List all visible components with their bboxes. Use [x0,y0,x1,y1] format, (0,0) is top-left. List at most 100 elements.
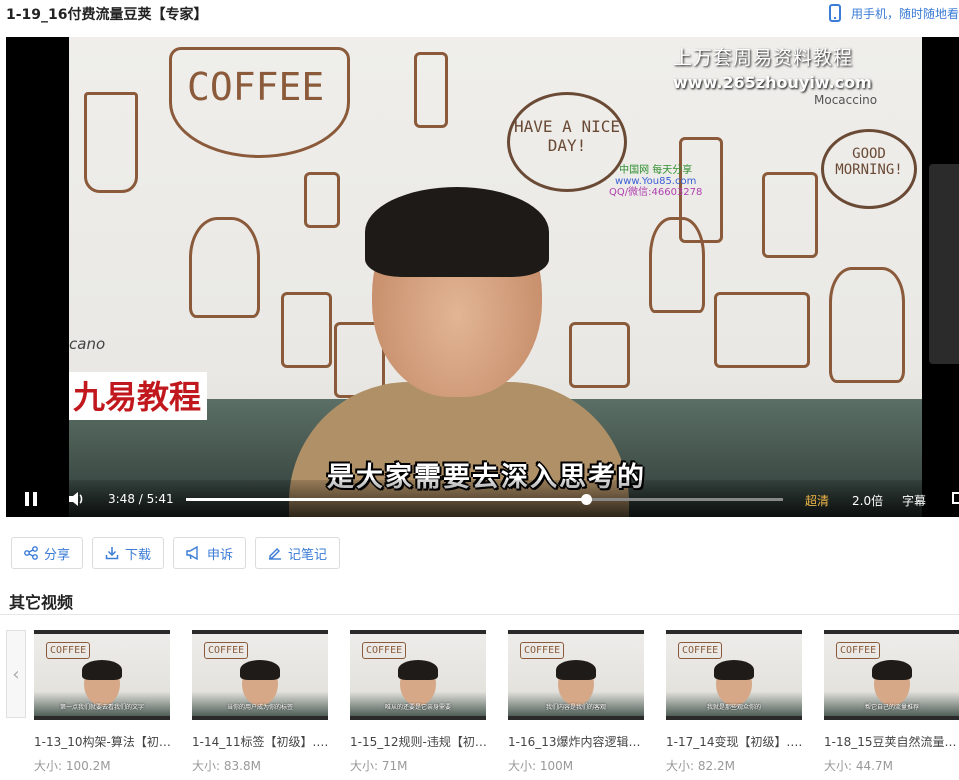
thumbnail-image: COFFEE 当你的用户成为你的标签 [192,634,328,716]
video-thumbnail[interactable]: COFFEE 我就是那些观众你的 [666,630,802,720]
video-title[interactable]: 1-13_10构架-算法【初级】 [34,733,174,750]
video-title[interactable]: 1-16_13爆炸内容逻辑【初级】 [508,733,648,750]
share-button[interactable]: 分享 [11,537,84,569]
watermark-url: www.265zhouyiw.com [673,73,872,92]
watermark-small: 中国网 每天分享 www.You85.com QQ/微信:46603278 [609,165,702,198]
video-thumbnail[interactable]: COFFEE 唯从的还要是它亲身需要 [350,630,486,720]
thumbnail-image: COFFEE 帮它自己的流量推荐 [824,634,959,716]
video-thumbnail[interactable]: COFFEE 当你的用户成为你的标签 [192,630,328,720]
mobile-watch-label: 用手机，随时随地看 [850,6,959,21]
thumbnail-image: COFFEE 我就是那些观众你的 [666,634,802,716]
video-title[interactable]: 1-17_14变现【初级】.mp4 [666,733,806,750]
share-label: 分享 [44,547,71,563]
coffee-cup-drawing [169,47,350,158]
can-drawing [281,292,332,368]
video-size: 大小: 44.7M [824,759,893,773]
current-time: 3:48 [108,492,135,506]
thumbnail-hair [872,660,912,680]
wall-mocaccino-text: Mocaccino [814,93,878,107]
watermark-small-line3: QQ/微信:46603278 [609,187,703,198]
subtitles-button[interactable]: 字幕 [902,492,926,509]
download-label: 下载 [125,547,152,563]
page-title: 1-19_16付费流量豆荚【专家】 [6,7,208,23]
download-button[interactable]: 下载 [92,537,165,569]
side-panel-tab[interactable] [929,164,959,364]
thumbnail-coffee-text: COFFEE [362,642,407,659]
note-label: 记笔记 [288,547,328,563]
thumbnail-hair [82,660,122,680]
watermark-small-line1: 中国网 每天分享 [619,165,693,176]
quality-button[interactable]: 超清 [805,492,829,509]
action-bar: 分享 下载 申诉 记笔记 [11,537,341,569]
bottle-drawing [414,52,448,128]
thumbnail-image: COFFEE 第一点我们就要去看我们的文字 [34,634,170,716]
fullscreen-icon[interactable] [952,492,959,504]
pause-icon[interactable] [25,492,37,506]
thumbnail-hair [714,660,754,680]
section-divider [0,614,959,615]
video-thumbnail[interactable]: COFFEE 帮它自己的流量推荐 [824,630,959,720]
thumbnail-coffee-text: COFFEE [836,642,881,659]
teapot-drawing-2 [649,217,705,313]
dessert-drawing [829,267,905,383]
thumbnail-coffee-text: COFFEE [204,642,249,659]
wall-good-morning-text: GOOD MORNING! [821,129,917,209]
teapot-drawing [189,217,260,318]
download-icon [105,547,119,560]
presenter-hair [365,187,549,277]
thumbnail-hair [240,660,280,680]
thumbnail-caption: 我就是那些观众你的 [706,704,761,711]
thumbnail-hair [398,660,438,680]
thumbnail-coffee-text: COFFEE [678,642,723,659]
thumbnail-coffee-text: COFFEE [520,642,565,659]
video-size: 大小: 71M [350,759,408,773]
pen-icon [269,548,282,560]
video-thumbnail[interactable]: COFFEE 第一点我们就要去看我们的文字 [34,630,170,720]
video-title[interactable]: 1-15_12规则-违规【初级】 [350,733,490,750]
megaphone-icon [186,546,198,560]
chevron-left-icon[interactable]: ‹ [6,630,26,718]
video-player[interactable]: COFFEE HAVE A NICE DAY! GOOD MORNING! Mo… [6,37,959,517]
progress-knob[interactable] [580,494,592,505]
cups-drawing [304,172,340,228]
player-controls: 3:48 / 5:41 超清 2.0倍 字幕 [6,480,959,517]
share-icon [24,546,38,560]
takeaway-cups-drawing [714,292,810,368]
thumbnail-coffee-text: COFFEE [46,642,91,659]
report-button[interactable]: 申诉 [173,537,247,569]
thumbnail-caption: 当你的用户成为你的标签 [226,704,293,711]
phone-icon [828,4,841,22]
watermark-title: 上万套周易资料教程 [673,47,854,69]
speed-button[interactable]: 2.0倍 [852,492,883,509]
other-videos-heading: 其它视频 [9,593,74,612]
video-size: 大小: 100M [508,759,574,773]
can-drawing-3 [762,172,818,258]
thumbnail-image: COFFEE 我们内容是我们的客观 [508,634,644,716]
video-frame[interactable]: COFFEE HAVE A NICE DAY! GOOD MORNING! Mo… [69,37,922,517]
progress-bar[interactable] [186,494,783,505]
video-size: 大小: 83.8M [192,759,261,773]
thumbnail-image: COFFEE 唯从的还要是它亲身需要 [350,634,486,716]
time-separator: / [138,492,143,506]
report-label: 申诉 [207,547,234,563]
video-size: 大小: 82.2M [666,759,735,773]
total-duration: 5:41 [146,492,174,506]
video-title[interactable]: 1-14_11标签【初级】.mp4 [192,733,332,750]
pitcher-drawing [569,322,630,388]
thumbnail-hair [556,660,596,680]
thumbnail-caption: 第一点我们就要去看我们的文字 [59,704,144,711]
wall-cano-text: cano [69,335,106,353]
volume-icon[interactable] [68,491,86,507]
video-size: 大小: 100.2M [34,759,111,773]
thumbnail-caption: 唯从的还要是它亲身需要 [384,704,451,711]
video-thumbnail[interactable]: COFFEE 我们内容是我们的客观 [508,630,644,720]
channel-badge: 九易教程 [69,372,208,420]
thumbnail-caption: 帮它自己的流量推荐 [864,704,919,711]
drink-drawing [84,92,138,193]
watermark-small-line2: www.You85.com [615,176,697,187]
mobile-watch-link[interactable]: 用手机，随时随地看 [828,4,959,22]
time-display: 3:48 / 5:41 [108,492,174,506]
video-title[interactable]: 1-18_15豆荚自然流量【初级】 [824,733,959,750]
progress-played [186,498,586,501]
note-button[interactable]: 记笔记 [255,537,341,569]
